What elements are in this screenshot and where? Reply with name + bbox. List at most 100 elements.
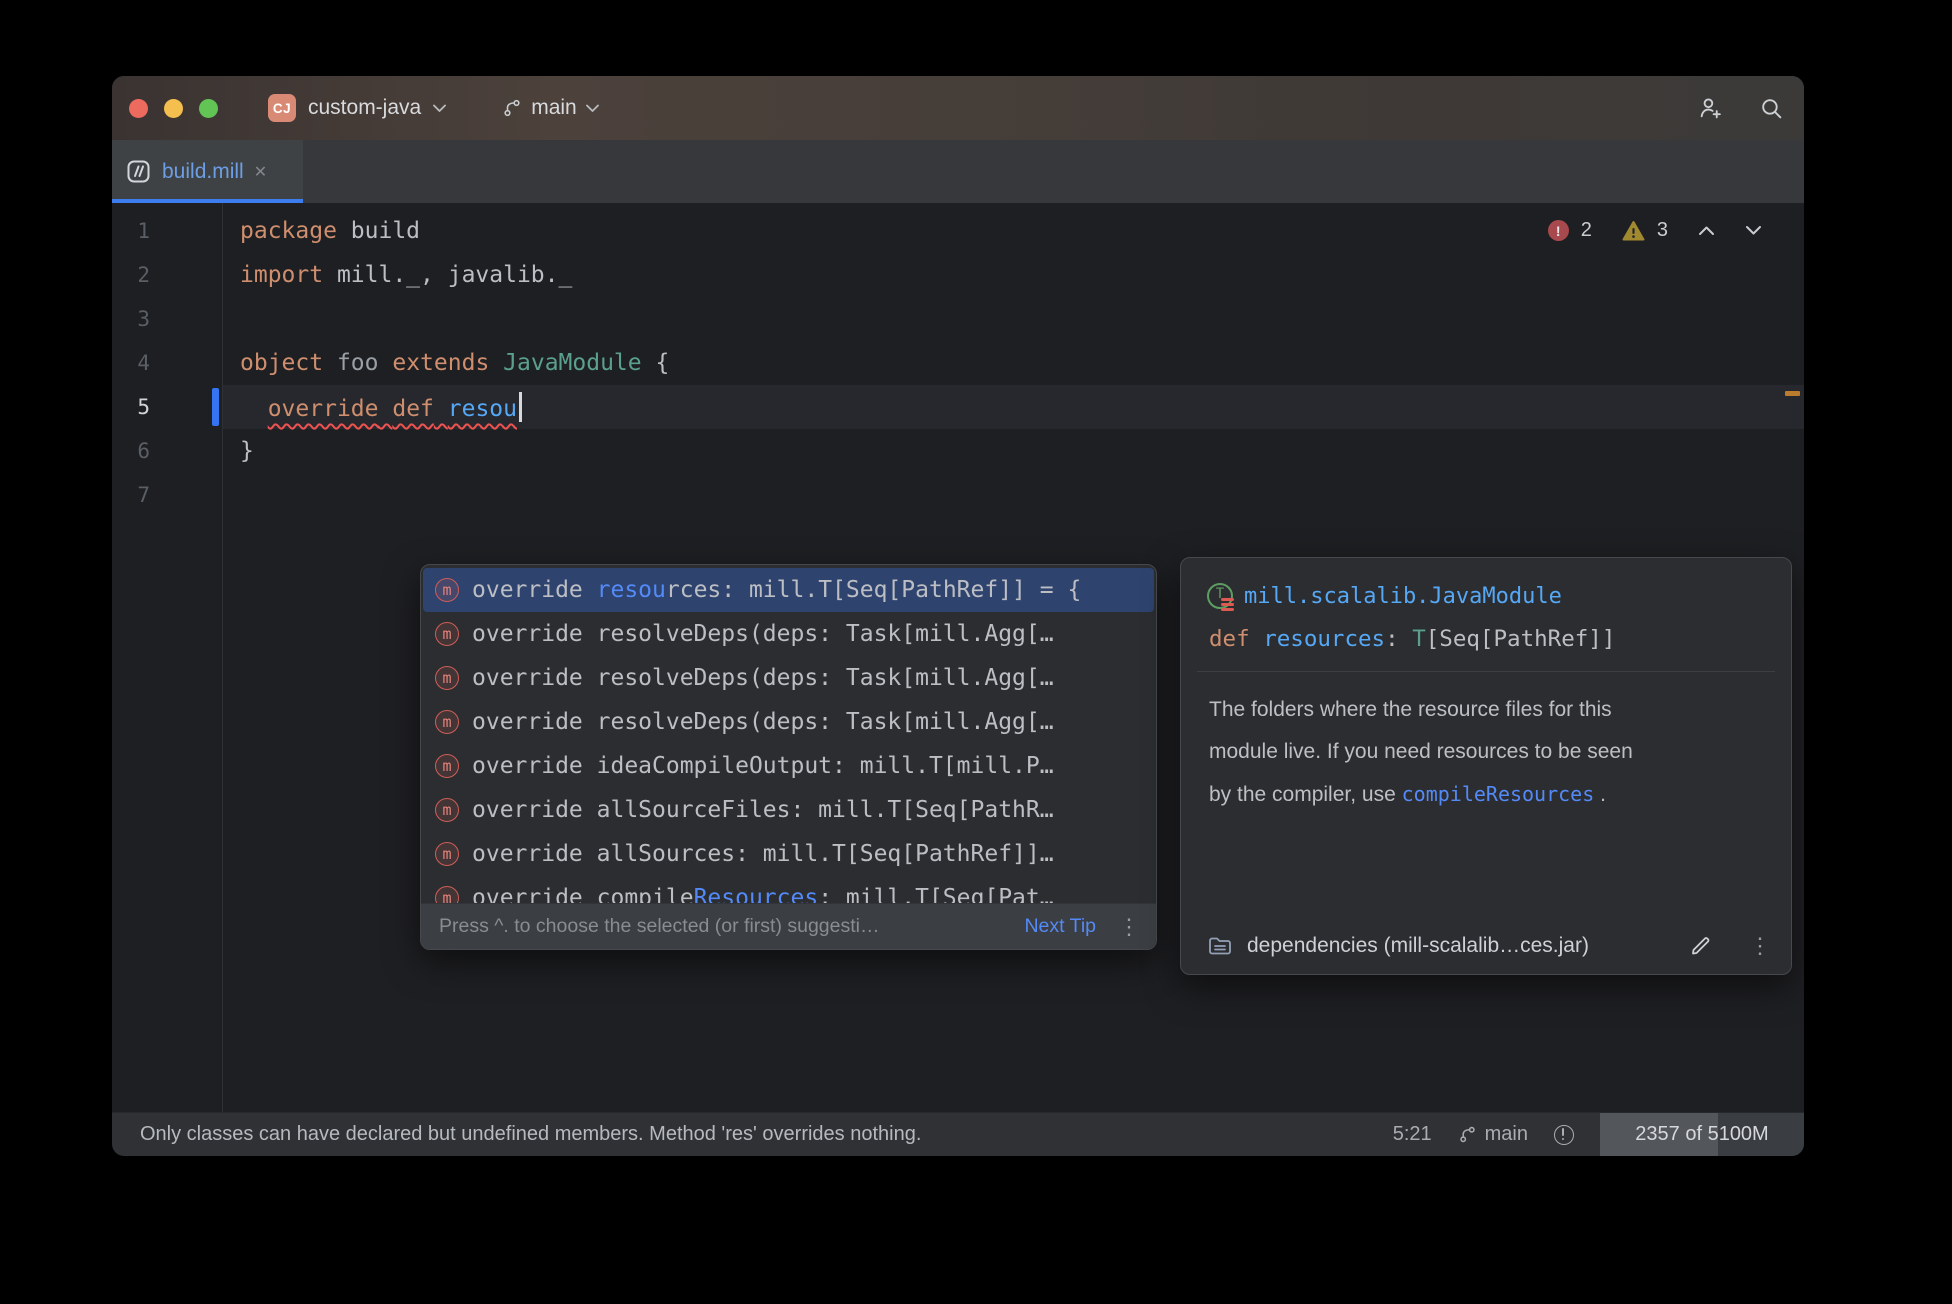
token: : mill.T[Seq[Pat…	[818, 885, 1053, 903]
method-icon: m	[435, 798, 459, 822]
completion-popup: m override resources: mill.T[Seq[PathRef]…	[420, 564, 1157, 950]
line-number[interactable]: 6	[112, 439, 222, 463]
code-line[interactable]: 4object foo extends JavaModule {	[112, 341, 1804, 385]
tab-build-mill[interactable]: build.mill ✕	[112, 140, 303, 203]
token: mill._, javalib._	[323, 262, 572, 288]
token: build	[337, 218, 420, 244]
warning-count[interactable]: 3	[1657, 219, 1668, 242]
warning-icon[interactable]	[1622, 220, 1645, 241]
token: def	[392, 396, 434, 422]
branch-name: main	[1485, 1123, 1528, 1146]
completion-item[interactable]: m override resolveDeps(deps: Task[mill.Ag…	[423, 656, 1154, 700]
code-line[interactable]: 2 import mill._, javalib._	[112, 253, 1804, 297]
editor-tab-bar: build.mill ✕	[112, 140, 1804, 203]
method-icon: m	[435, 886, 459, 903]
token	[379, 350, 393, 376]
completion-item[interactable]: m override allSources: mill.T[Seq[PathRef…	[423, 832, 1154, 876]
doc-description-line: by the compiler, use compileResources .	[1209, 773, 1763, 816]
notification-icon[interactable]	[1554, 1125, 1574, 1145]
token	[434, 396, 448, 422]
line-number[interactable]: 1	[112, 219, 222, 243]
token: }	[240, 438, 254, 464]
method-icon: m	[435, 578, 459, 602]
close-tab-icon[interactable]: ✕	[254, 162, 267, 182]
token: override allSources: mill.T[Seq[PathRef]…	[472, 841, 1054, 867]
doc-qualified-name[interactable]: mill.scalalib.JavaModule	[1244, 584, 1562, 609]
token: :	[1385, 626, 1412, 652]
token: rces: mill.T[Seq[PathRef]] = {	[666, 577, 1081, 603]
completion-item[interactable]: m override resources: mill.T[Seq[PathRef]…	[423, 568, 1154, 612]
doc-dependency-row: dependencies (mill-scalalib…ces.jar) ⋮	[1207, 933, 1771, 959]
token: import	[240, 262, 323, 288]
documentation-popup: T mill.scalalib.JavaModule def resources…	[1180, 557, 1792, 975]
line-number[interactable]: 5	[112, 395, 222, 419]
line-number[interactable]: 3	[112, 307, 222, 331]
completion-item[interactable]: moverride resolveDeps(deps: Task[mill.Ag…	[423, 612, 1154, 656]
branch-name: main	[531, 96, 577, 120]
line-number[interactable]: 2	[112, 263, 222, 287]
completion-text: override resources: mill.T[Seq[PathRef]]…	[472, 577, 1081, 603]
code-with-me-icon[interactable]	[1697, 95, 1724, 122]
next-tip-link[interactable]: Next Tip	[1024, 915, 1096, 938]
method-icon: m	[435, 842, 459, 866]
token: override compile	[472, 885, 694, 903]
doc-code-link[interactable]: compileResources	[1402, 782, 1595, 806]
title-bar: CJ custom-java main	[112, 76, 1804, 140]
code-line[interactable]: 3	[112, 297, 1804, 341]
close-window-button[interactable]	[129, 99, 148, 118]
doc-dependency-label: dependencies (mill-scalalib…ces.jar)	[1247, 934, 1589, 958]
minimize-window-button[interactable]	[164, 99, 183, 118]
completion-hint-bar: Press ^. to choose the selected (or firs…	[421, 903, 1156, 949]
token: The folders where the resource files for…	[1209, 698, 1612, 721]
search-icon[interactable]	[1758, 95, 1785, 122]
completion-item[interactable]: m override allSourceFiles: mill.T[Seq[Pat…	[423, 788, 1154, 832]
line-number[interactable]: 4	[112, 351, 222, 375]
previous-problem-icon[interactable]	[1698, 225, 1715, 236]
project-selector[interactable]: CJ custom-java	[268, 94, 446, 122]
completion-item[interactable]: moverride resolveDeps(deps: Task[mill.Ag…	[423, 700, 1154, 744]
completion-text: override resolveDeps(deps: Task[mill.Agg…	[472, 709, 1054, 735]
edit-icon[interactable]	[1689, 934, 1713, 958]
method-icon: m	[435, 666, 459, 690]
code-text: }	[222, 438, 254, 464]
branch-widget[interactable]: main	[1458, 1123, 1528, 1146]
code-editor[interactable]: 1package build2import mill._, javalib._3…	[112, 203, 1804, 1112]
doc-description: The folders where the resource files for…	[1181, 672, 1791, 816]
branch-selector[interactable]: main	[502, 96, 599, 120]
token: [Seq[PathRef]]	[1426, 626, 1616, 652]
token	[378, 396, 392, 422]
line-number[interactable]: 7	[112, 483, 222, 507]
memory-indicator[interactable]: 2357 of 5100M	[1600, 1113, 1804, 1156]
token: override resolveDeps(deps: Task[mill.Agg…	[472, 709, 1054, 735]
completion-item[interactable]: moverride ideaCompileOutput: mill.T[mill…	[423, 744, 1154, 788]
token: .	[1594, 783, 1606, 806]
status-bar-widgets: 5:21 main 2357 of 5100M	[1393, 1113, 1804, 1156]
token: override allSourceFiles: mill.T[Seq[Path…	[472, 797, 1054, 823]
code-line[interactable]: 7	[112, 473, 1804, 517]
error-count[interactable]: 2	[1581, 219, 1592, 242]
ide-window: CJ custom-java main build.mill ✕ 1packag…	[112, 76, 1804, 1156]
more-options-icon[interactable]: ⋮	[1749, 935, 1771, 957]
token: override resolveDeps(deps: Task[mill.Agg…	[472, 665, 1054, 691]
token	[323, 350, 337, 376]
token: Resources	[694, 885, 819, 903]
caret-position-widget[interactable]: 5:21	[1393, 1123, 1432, 1146]
hint-text: Press ^. to choose the selected (or firs…	[439, 915, 880, 938]
token: extends	[392, 350, 489, 376]
completion-item[interactable]: m override compileResources: mill.T[Seq[P…	[423, 876, 1154, 903]
token: JavaModule	[503, 350, 641, 376]
token: {	[642, 350, 670, 376]
next-problem-icon[interactable]	[1745, 225, 1762, 236]
code-line[interactable]: 5 override def resou	[112, 385, 1804, 429]
token: def	[1209, 626, 1263, 652]
scrollbar-error-stripe[interactable]	[1785, 391, 1800, 396]
status-message: Only classes can have declared but undef…	[140, 1123, 921, 1146]
error-icon[interactable]: !	[1548, 220, 1569, 241]
code-line[interactable]: 6}	[112, 429, 1804, 473]
token: override resolveDeps(deps: Task[mill.Agg…	[472, 621, 1054, 647]
token	[489, 350, 503, 376]
chevron-down-icon	[433, 104, 446, 112]
token: resou	[448, 396, 517, 422]
zoom-window-button[interactable]	[199, 99, 218, 118]
more-options-icon[interactable]: ⋮	[1118, 916, 1140, 938]
